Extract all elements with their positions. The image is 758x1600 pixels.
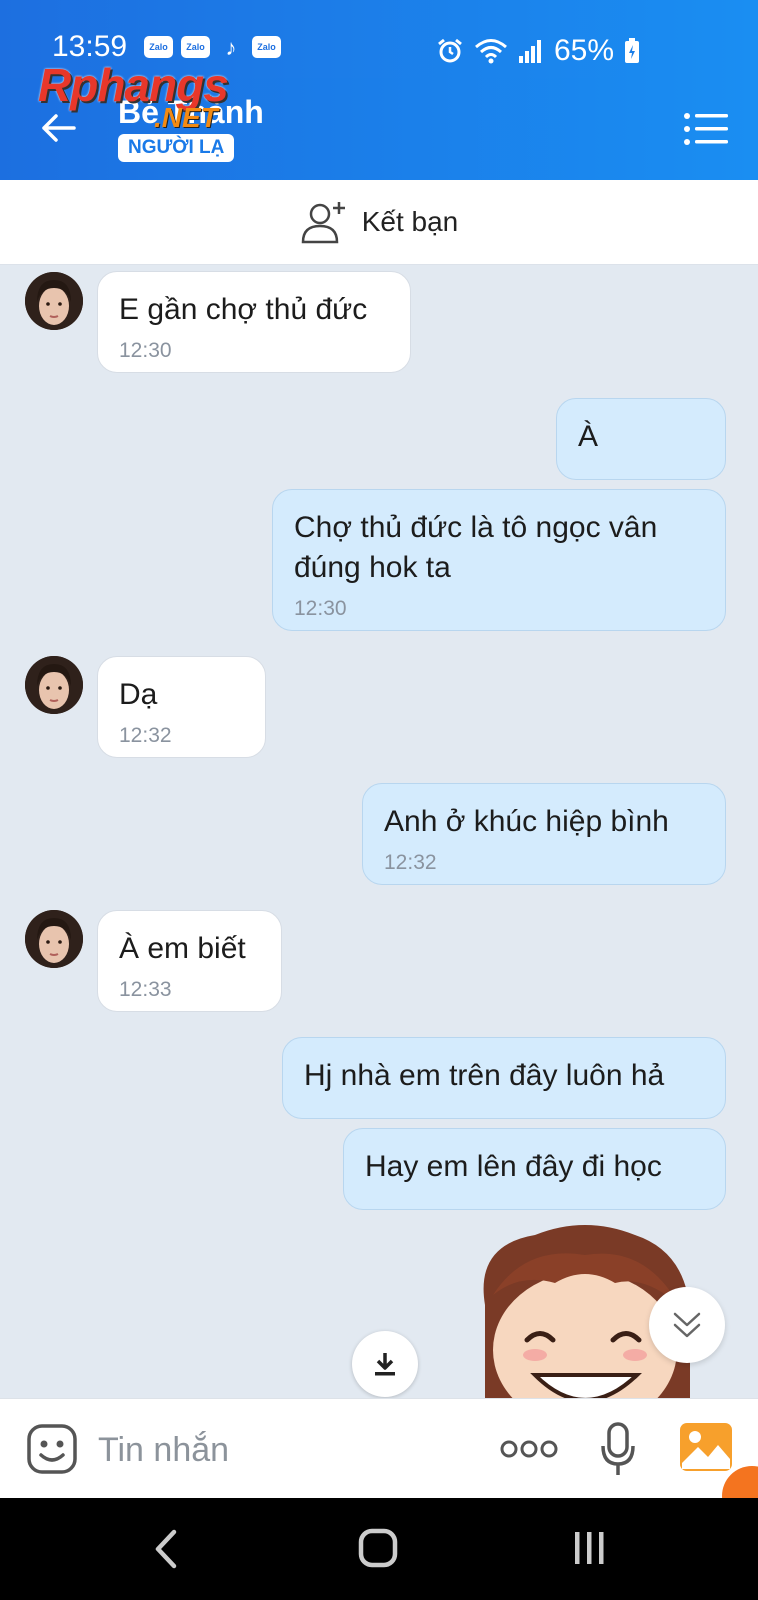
message-time: 12:32 [119,724,172,747]
system-icons: 65% [436,34,640,68]
message-text: E gần chợ thủ đức [119,293,368,326]
message-text: Hay em lên đây đi học [365,1150,662,1183]
signal-icon [519,40,541,63]
contact-avatar[interactable] [25,910,83,968]
contact-avatar[interactable] [25,656,83,714]
back-arrow-icon[interactable] [38,108,78,148]
add-friend-button[interactable]: Kết bạn [0,180,758,265]
download-button[interactable] [352,1331,418,1397]
alarm-icon [438,38,462,63]
image-icon[interactable] [680,1423,732,1471]
message-text: À [578,420,599,453]
menu-list-icon[interactable] [684,112,728,146]
nav-home-icon[interactable] [358,1528,398,1568]
contact-avatar[interactable] [25,272,83,330]
add-friend-icon [301,202,345,244]
status-time: 13:59 [52,30,128,63]
message-text: Hj nhà em trên đây luôn hả [304,1059,665,1092]
chat-header: Bé Thành NGƯỜI LẠ [0,78,758,180]
chevron-double-down-icon [673,1312,701,1338]
message-bubble-outgoing[interactable]: Hay em lên đây đi học [343,1128,726,1210]
system-navigation-bar [0,1498,758,1600]
message-bubble-outgoing[interactable]: Anh ở khúc hiệp bình 12:32 [362,783,726,885]
message-time: 12:30 [119,339,172,362]
stranger-badge: NGƯỜI LẠ [118,134,235,162]
microphone-icon[interactable] [600,1421,636,1477]
message-bubble-incoming[interactable]: Dạ 12:32 [97,656,266,758]
zalo-notification-icon: Zalo [144,36,173,58]
battery-icon [625,38,640,63]
message-text: À em biết [119,932,246,965]
emoji-icon[interactable] [26,1423,78,1475]
message-time: 12:30 [294,597,347,620]
add-friend-label: Kết bạn [361,206,459,237]
message-time: 12:32 [384,851,437,874]
status-bar: 13:59 Zalo Zalo ♪ Zalo 65% [0,0,758,78]
more-dots-icon[interactable] [500,1435,558,1463]
nav-recent-apps-icon[interactable] [572,1530,606,1566]
contact-name[interactable]: Bé Thành [118,94,264,131]
message-text: Dạ [119,678,158,711]
message-bubble-outgoing[interactable]: Hj nhà em trên đây luôn hả [282,1037,726,1119]
nav-back-icon[interactable] [150,1528,180,1570]
zalo-notification-icon: Zalo [181,36,210,58]
message-bubble-incoming[interactable]: À em biết 12:33 [97,910,282,1012]
message-bubble-outgoing[interactable]: Chợ thủ đức là tô ngọc vân đúng hok ta 1… [272,489,726,631]
message-time: 12:33 [119,978,172,1001]
battery-percent: 65% [554,34,615,67]
scroll-to-bottom-button[interactable] [649,1287,725,1363]
wifi-icon [475,39,507,64]
message-text: Anh ở khúc hiệp bình [384,805,669,838]
notification-icons: Zalo Zalo ♪ Zalo [144,36,281,60]
download-icon [375,1353,395,1376]
zalo-notification-icon: Zalo [252,36,281,58]
message-composer [0,1398,758,1499]
message-bubble-incoming[interactable]: E gần chợ thủ đức 12:30 [97,271,411,373]
tiktok-notification-icon: ♪ [225,35,237,60]
message-bubble-outgoing[interactable]: À [556,398,726,480]
message-input[interactable] [96,1425,470,1475]
message-text: Chợ thủ đức là tô ngọc vân đúng hok ta [294,511,658,584]
